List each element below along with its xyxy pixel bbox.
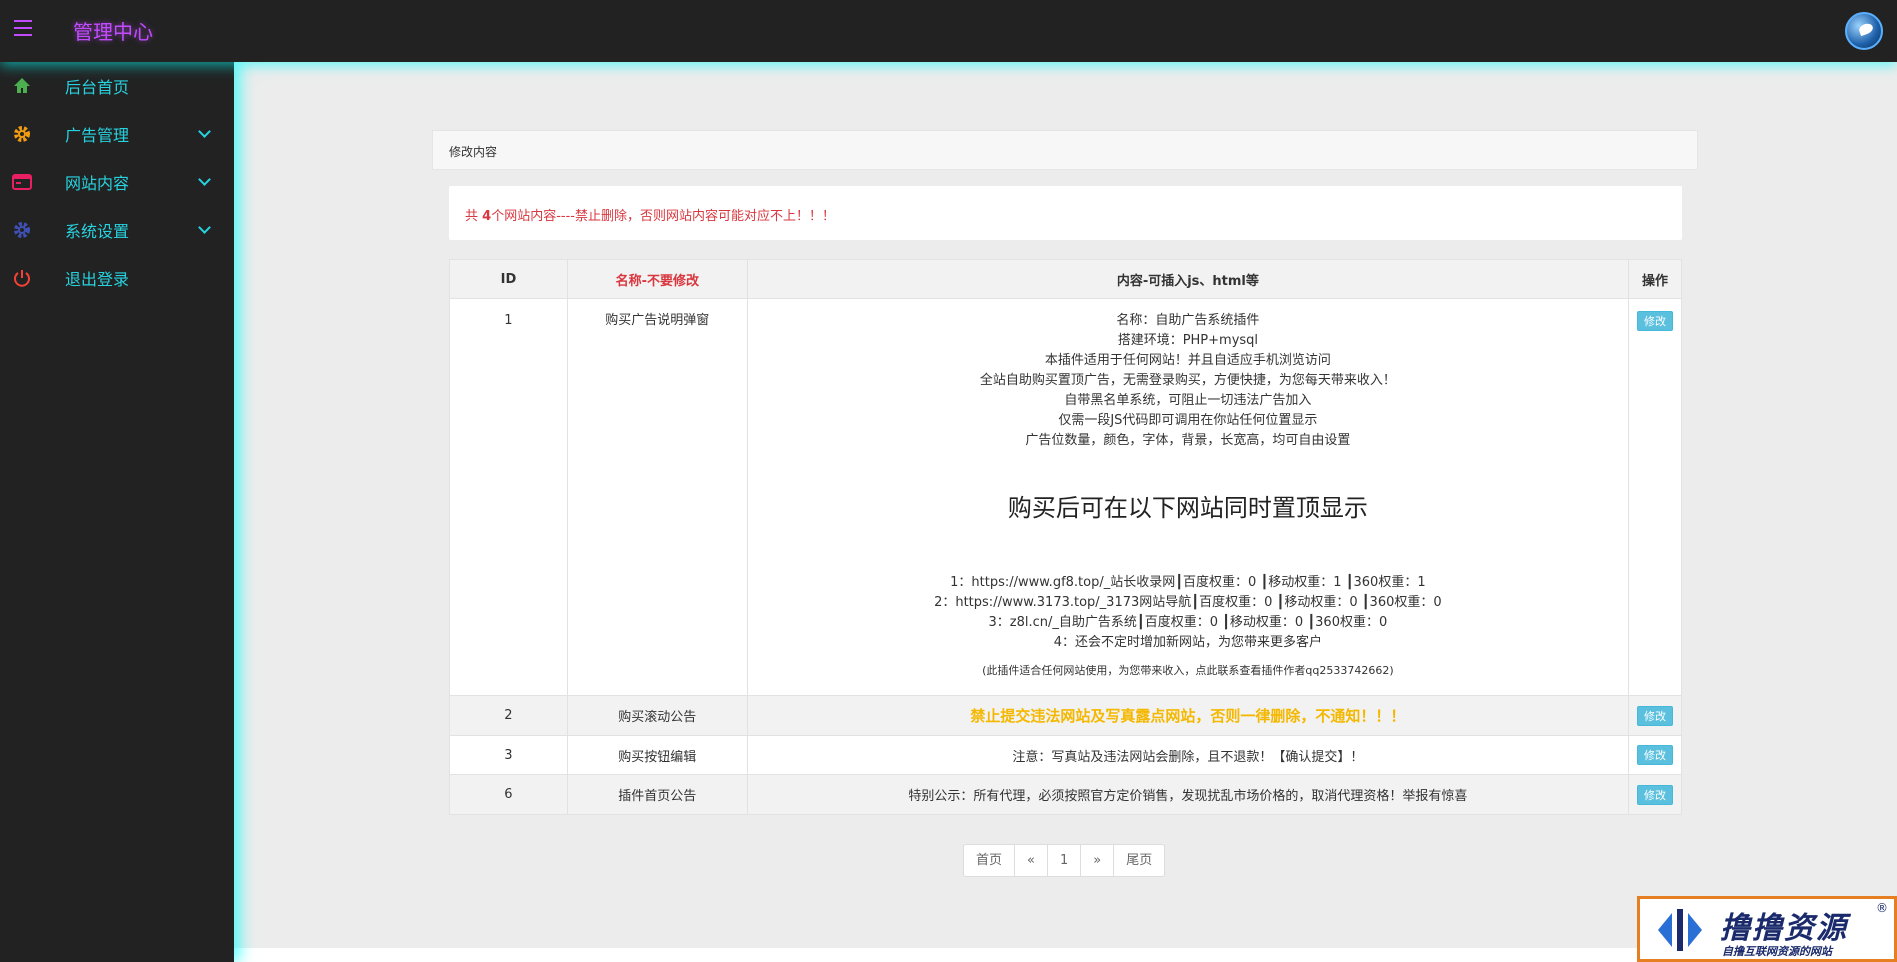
content-line: 全站自助购买置顶广告，无需登录购买，方便快捷，为您每天带来收入！: [979, 373, 1396, 388]
cell-content: 特别公示：所有代理，必须按照官方定价销售，发现扰乱市场价格的，取消代理资格！举报…: [746, 774, 1630, 815]
sidebar-item-label: 后台首页: [65, 78, 130, 97]
sidebar-item-ads[interactable]: 广告管理: [0, 110, 234, 158]
bird-logo-icon[interactable]: [1845, 12, 1883, 50]
sidebar-item-home[interactable]: 后台首页: [0, 62, 234, 110]
watermark-subtitle: 自撸互联网资源的网站: [1722, 945, 1832, 958]
cell-action: 修改: [1628, 298, 1682, 696]
cell-id: 2: [449, 695, 568, 736]
table-header-row: ID 名称-不要修改 内容-可插入js、html等 操作: [449, 259, 1682, 299]
gear-icon: [12, 220, 32, 240]
chevron-down-icon: [198, 175, 210, 187]
site-line: 4：还会不定时增加新网站，为您带来更多客户: [1053, 635, 1322, 650]
window-icon: [12, 172, 32, 192]
column-header-action: 操作: [1628, 259, 1682, 299]
notice-text: 共 4个网站内容----禁止删除，否则网站内容可能对应不上！！！: [465, 209, 835, 224]
sidebar-item-label: 广告管理: [65, 126, 130, 145]
cell-name: 购买广告说明弹窗: [566, 298, 748, 696]
cell-action: 修改: [1628, 774, 1682, 815]
pager-prev[interactable]: «: [1014, 845, 1047, 876]
watermark-title: 撸撸资源: [1720, 911, 1848, 946]
warning-text: 禁止提交违法网站及写真露点网站，否则一律删除，不通知！！！: [970, 707, 1406, 725]
sidebar-item-label: 网站内容: [65, 174, 130, 193]
pager-page[interactable]: 1: [1046, 845, 1080, 876]
content-footnote[interactable]: (此插件适合任何网站使用，为您带来收入，点此联系查看插件作者qq25337426…: [748, 661, 1628, 681]
edit-button[interactable]: 修改: [1637, 745, 1673, 765]
site-line: 3：z8l.cn/_自助广告系统┃百度权重：0 ┃移动权重：0 ┃360权重：0: [988, 615, 1388, 630]
cell-name: 插件首页公告: [566, 774, 748, 815]
content-line: 本插件适用于任何网站！并且自适应手机浏览访问: [1044, 353, 1331, 368]
pager-next[interactable]: »: [1080, 845, 1113, 876]
content-line: 广告位数量，颜色，字体，背景，长宽高，均可自由设置: [1025, 433, 1351, 448]
cell-action: 修改: [1628, 735, 1682, 775]
pager-last[interactable]: 尾页: [1113, 845, 1164, 876]
watermark-reg: ®: [1876, 901, 1888, 915]
cell-id: 3: [449, 735, 568, 775]
site-line: 2：https://www.3173.top/_3173网站导航┃百度权重：0 …: [934, 595, 1442, 610]
content-line: 名称：自助广告系统插件: [1116, 313, 1260, 328]
cell-content: 禁止提交违法网站及写真露点网站，否则一律删除，不通知！！！: [746, 695, 1630, 736]
cell-id: 6: [449, 774, 568, 815]
cell-action: 修改: [1628, 695, 1682, 736]
sidebar-item-settings[interactable]: 系统设置: [0, 206, 234, 254]
table-row: 6 插件首页公告 特别公示：所有代理，必须按照官方定价销售，发现扰乱市场价格的，…: [449, 774, 1682, 815]
column-header-name: 名称-不要修改: [566, 259, 748, 299]
panel-title: 修改内容: [449, 145, 498, 159]
content-table: ID 名称-不要修改 内容-可插入js、html等 操作 1 购买广告说明弹窗 …: [449, 259, 1682, 815]
cell-name: 购买滚动公告: [566, 695, 748, 736]
table-row: 3 购买按钮编辑 注意：写真站及违法网站会删除，且不退款！【确认提交】！ 修改: [449, 735, 1682, 775]
sidebar-item-label: 退出登录: [65, 270, 130, 289]
cell-content: 注意：写真站及违法网站会删除，且不退款！【确认提交】！: [746, 735, 1630, 775]
table-row: 1 购买广告说明弹窗 名称：自助广告系统插件 搭建环境：PHP+mysql 本插…: [449, 298, 1682, 696]
gear-icon: [12, 124, 32, 144]
content-line: 搭建环境：PHP+mysql: [1117, 333, 1259, 348]
power-icon: [12, 268, 32, 288]
content-line: 仅需一段JS代码即可调用在你站任何位置显示: [1058, 413, 1318, 428]
home-icon: [12, 76, 32, 96]
pagination: 首页 « 1 » 尾页: [963, 844, 1166, 877]
watermark-logo: 撸撸资源 ® 自撸互联网资源的网站: [1637, 896, 1897, 962]
chevron-down-icon: [198, 223, 210, 235]
content-line: 自带黑名单系统，可阻止一切违法广告加入: [1064, 393, 1312, 408]
edit-button[interactable]: 修改: [1637, 311, 1673, 331]
sidebar: 后台首页 广告管理 网站内容 系统设置 退出登录: [0, 62, 234, 962]
sidebar-item-label: 系统设置: [65, 222, 130, 241]
content-heading: 购买后可在以下网站同时置顶显示: [1007, 494, 1368, 522]
pager-first[interactable]: 首页: [964, 845, 1014, 876]
panel-header: 修改内容: [432, 130, 1698, 170]
cell-content: 名称：自助广告系统插件 搭建环境：PHP+mysql 本插件适用于任何网站！并且…: [746, 298, 1630, 696]
site-line: 1：https://www.gf8.top/_站长收录网┃百度权重：0 ┃移动权…: [950, 575, 1426, 590]
column-header-content: 内容-可插入js、html等: [746, 259, 1630, 299]
edit-button[interactable]: 修改: [1637, 784, 1673, 805]
table-row: 2 购买滚动公告 禁止提交违法网站及写真露点网站，否则一律删除，不通知！！！ 修…: [449, 695, 1682, 736]
hamburger-icon[interactable]: [14, 20, 38, 40]
top-bar: 管理中心: [0, 0, 1897, 62]
notice-box: 共 4个网站内容----禁止删除，否则网站内容可能对应不上！！！: [449, 186, 1682, 240]
sidebar-item-content[interactable]: 网站内容: [0, 158, 234, 206]
edit-button[interactable]: 修改: [1637, 705, 1673, 726]
cell-name: 购买按钮编辑: [566, 735, 748, 775]
app-title: 管理中心: [73, 20, 153, 44]
sidebar-item-logout[interactable]: 退出登录: [0, 254, 234, 302]
chevron-down-icon: [198, 127, 210, 139]
watermark-emblem-icon: [1658, 909, 1702, 951]
cell-id: 1: [449, 298, 568, 696]
column-header-id: ID: [449, 259, 568, 299]
